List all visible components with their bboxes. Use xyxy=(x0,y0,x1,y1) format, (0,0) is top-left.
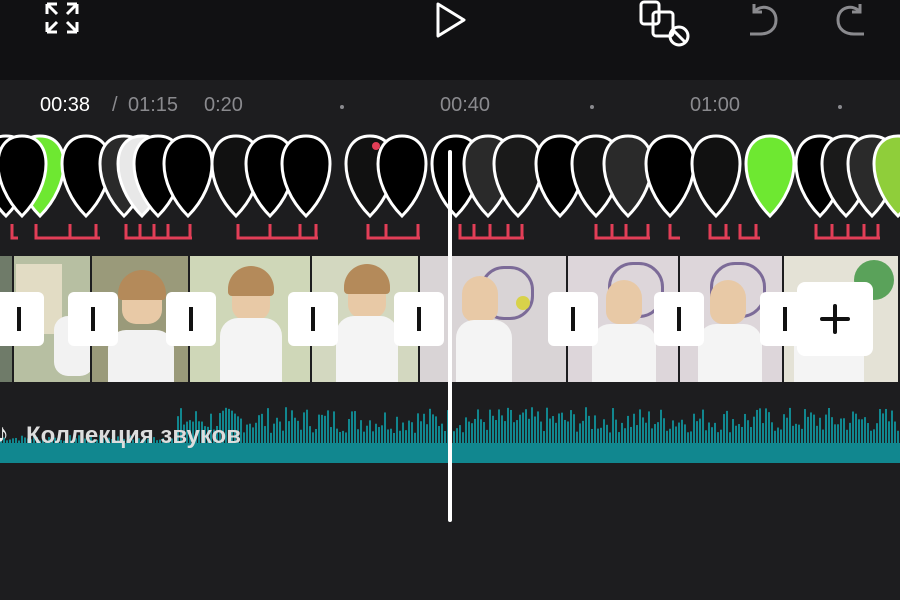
audio-track-label: Коллекция звуков xyxy=(26,422,241,449)
editor-toolbar xyxy=(0,0,900,80)
sticker-clip[interactable] xyxy=(602,134,654,218)
fullscreen-button[interactable] xyxy=(42,0,82,36)
transition-button[interactable] xyxy=(166,292,216,346)
sticker-clip[interactable] xyxy=(280,134,332,218)
no-overlap-icon xyxy=(639,0,690,47)
sticker-clip[interactable] xyxy=(644,134,696,218)
undo-icon xyxy=(750,4,778,36)
ruler-tick-label: 01:00 xyxy=(690,94,741,116)
transition-button[interactable] xyxy=(548,292,598,346)
undo-button[interactable] xyxy=(744,0,784,38)
total-duration: 01:15 xyxy=(128,94,179,116)
play-button[interactable] xyxy=(430,0,470,40)
transition-button[interactable] xyxy=(0,292,44,346)
add-clip-button[interactable] xyxy=(797,282,873,356)
sticker-clip[interactable] xyxy=(492,134,544,218)
current-time: 00:38 xyxy=(40,94,91,116)
transition-button[interactable] xyxy=(288,292,338,346)
transition-button[interactable] xyxy=(394,292,444,346)
sticker-clip[interactable] xyxy=(744,134,796,218)
sticker-clip[interactable] xyxy=(162,134,214,218)
plus-icon xyxy=(820,304,850,334)
play-icon xyxy=(436,2,466,38)
no-overlap-button[interactable] xyxy=(636,0,692,48)
ruler-dot xyxy=(590,105,594,109)
music-note-icon: ♪ xyxy=(0,418,9,448)
fullscreen-icon xyxy=(45,2,79,34)
playhead[interactable] xyxy=(448,150,452,522)
time-ruler[interactable]: 00:38 / 01:15 0:20 00:40 01:00 xyxy=(0,80,900,132)
transition-button[interactable] xyxy=(68,292,118,346)
redo-icon xyxy=(836,4,864,36)
redo-button[interactable] xyxy=(830,0,870,38)
sticker-clip[interactable] xyxy=(690,134,742,218)
time-separator: / xyxy=(112,94,118,116)
ruler-tick-label: 00:40 xyxy=(440,94,491,116)
ruler-dot xyxy=(340,105,344,109)
ruler-tick-label: 0:20 xyxy=(204,94,243,116)
transition-button[interactable] xyxy=(654,292,704,346)
sticker-clip[interactable] xyxy=(376,134,428,218)
ruler-dot xyxy=(838,105,842,109)
